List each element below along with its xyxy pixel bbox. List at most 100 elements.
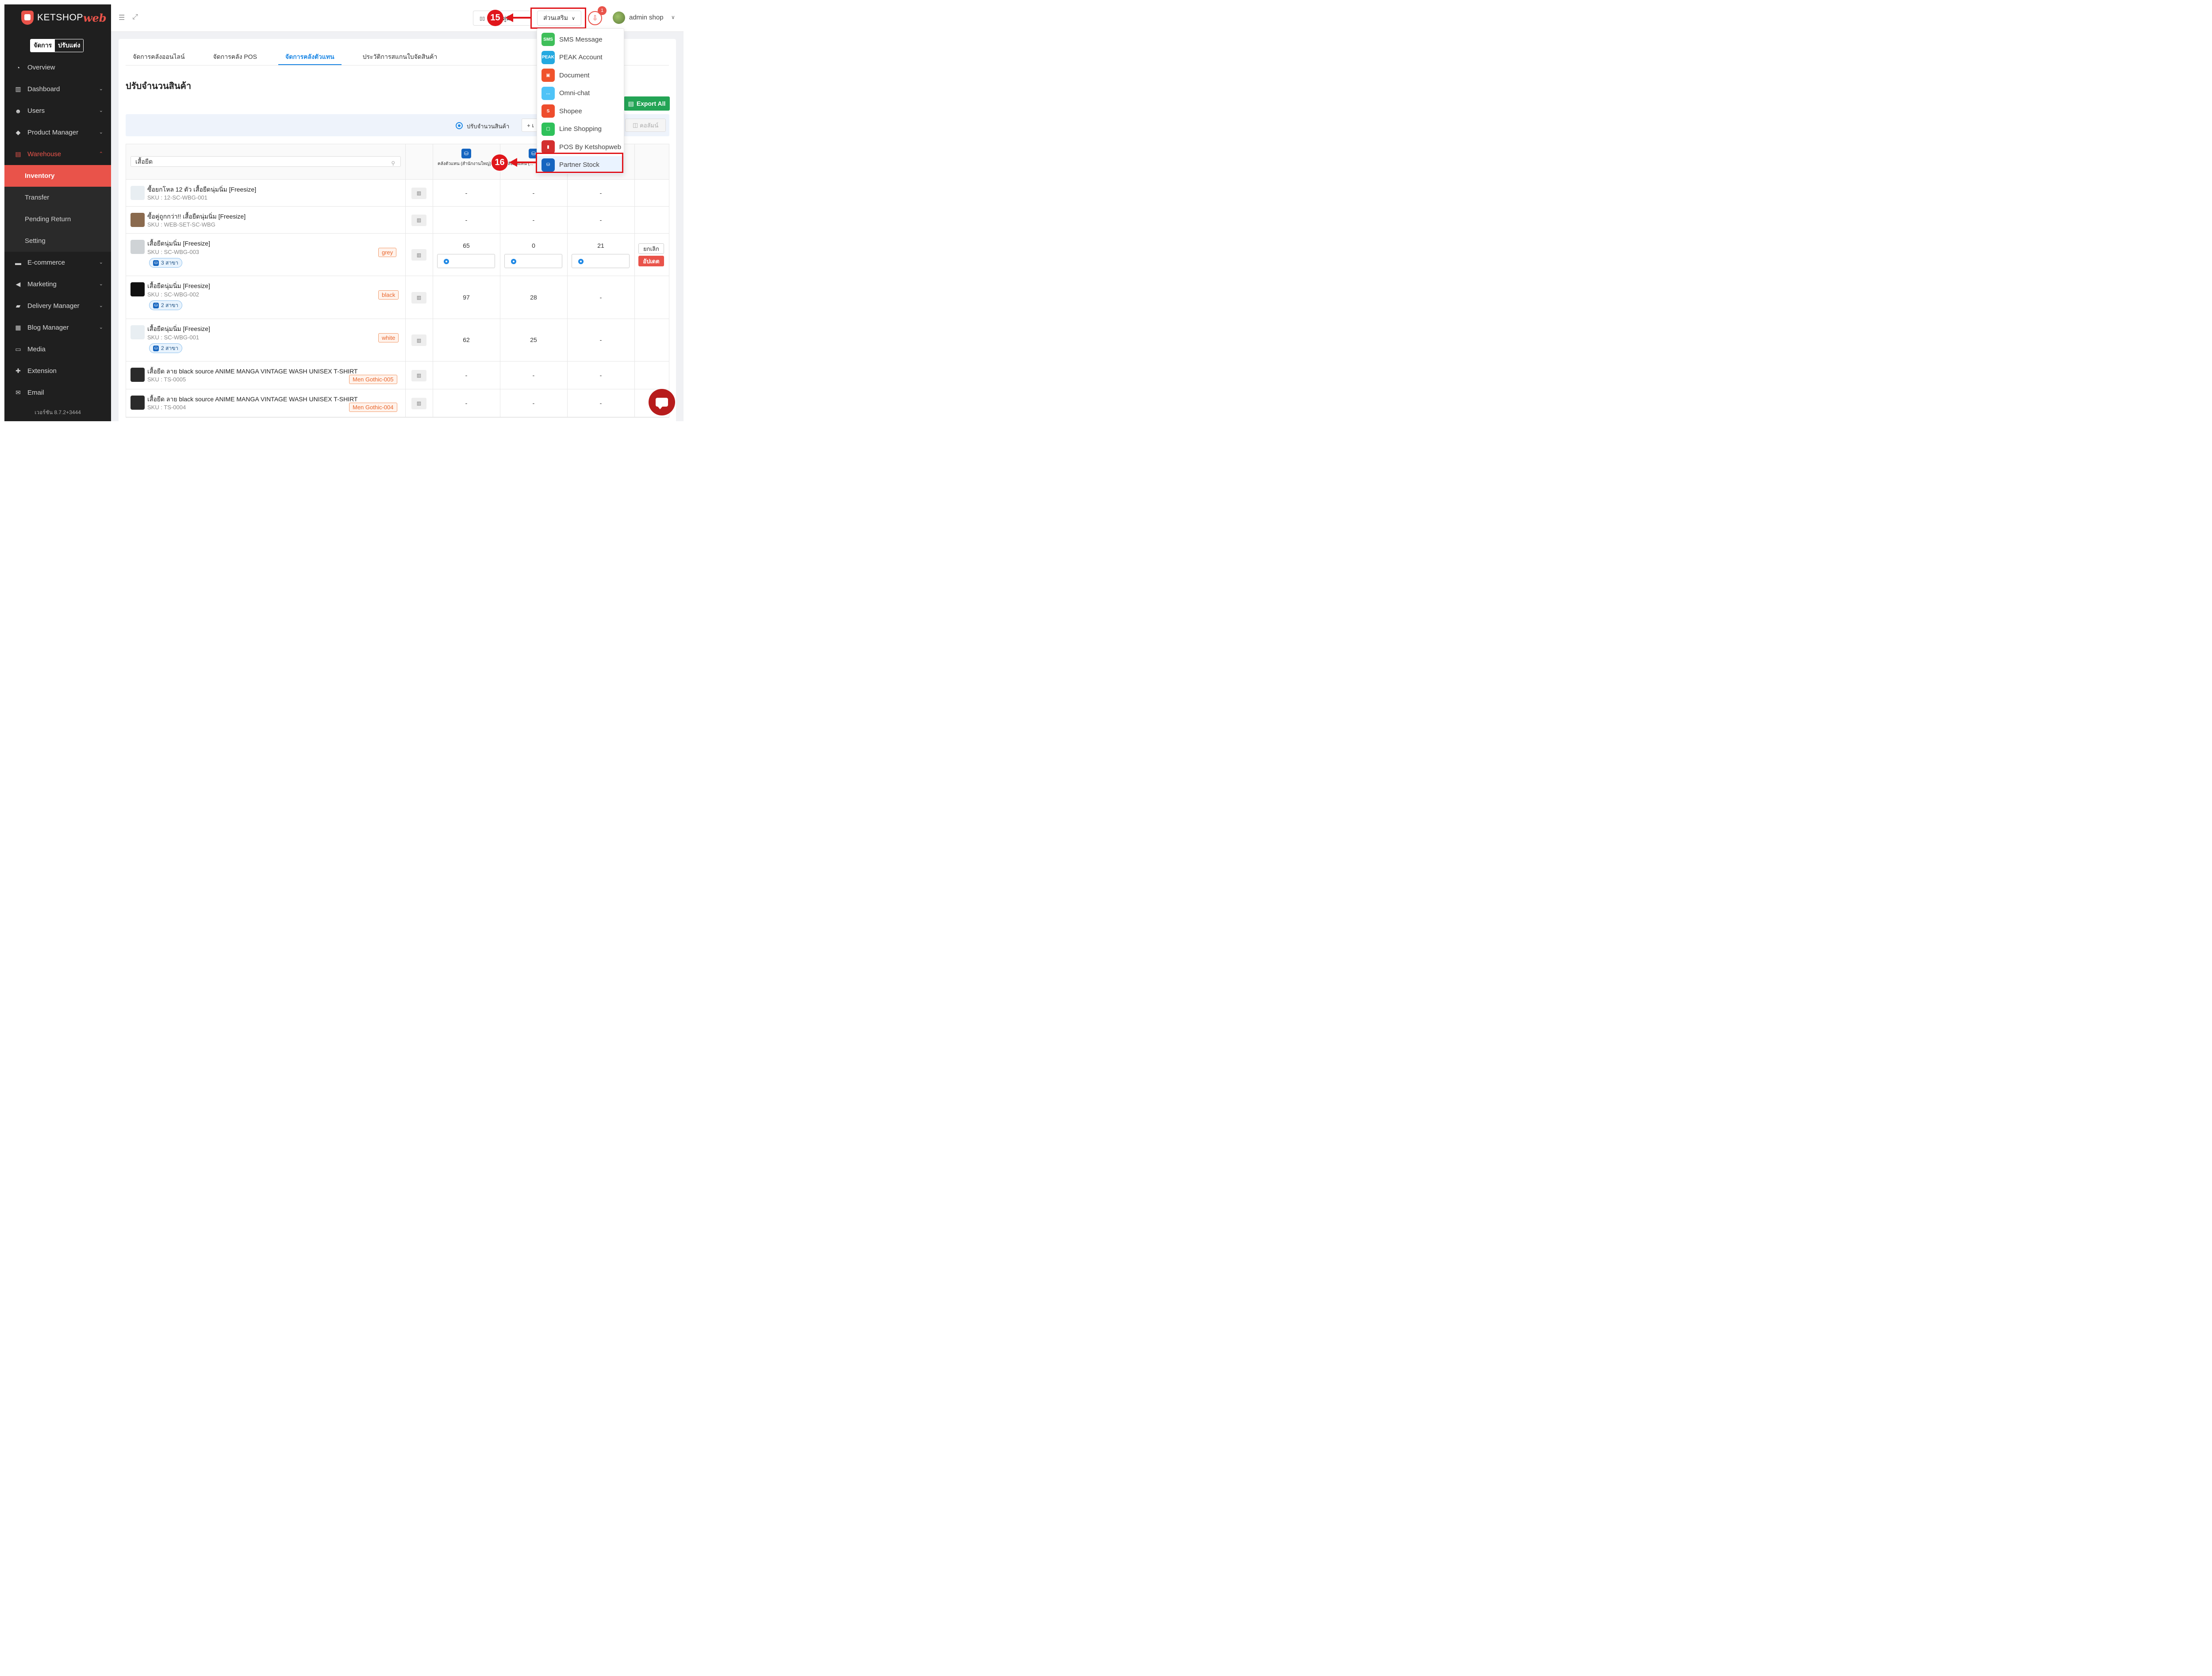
sidebar-item-blog-manager[interactable]: ▦ Blog Manager ⌄ <box>4 317 111 338</box>
sidebar-item-dashboard[interactable]: ▥ Dashboard ⌄ <box>4 78 111 100</box>
stock-chart-button[interactable]: ▥ <box>411 369 426 381</box>
columns-button[interactable]: ◫ คอลัมน์ <box>625 119 666 132</box>
table-body: ซื้อยกโหล 12 ตัว เสื้อยืดนุ่มนิ่ม [Frees… <box>126 180 669 417</box>
product-name[interactable]: เสื้อยืด ลาย black source ANIME MANGA VI… <box>147 395 357 404</box>
tab-1[interactable]: จัดการคลังออนไลน์ <box>126 47 192 65</box>
warehouse-name: คลังตัวแทน (สำนักงานใหญ่) <box>438 161 492 166</box>
stock-quantity: - <box>599 216 602 223</box>
sidebar-item-media[interactable]: ▭ Media <box>4 338 111 360</box>
sidebar-item-overview[interactable]: ◔ Overview <box>4 57 111 78</box>
quantity-input[interactable] <box>572 254 630 268</box>
stock-chart-button[interactable]: ▥ <box>411 187 426 199</box>
stock-quantity: - <box>465 216 468 223</box>
fullscreen-icon[interactable]: ⤢ <box>132 13 138 21</box>
stock-chart-button[interactable]: ▥ <box>411 292 426 304</box>
sidebar-subitem-setting[interactable]: Setting <box>4 230 111 252</box>
chat-icon <box>656 398 668 409</box>
mode-manage-button[interactable]: จัดการ <box>31 39 55 52</box>
chat-bubble-button[interactable] <box>649 389 675 415</box>
quantity-input[interactable] <box>504 254 562 268</box>
sidebar-item-label: Extension <box>27 367 57 375</box>
sidebar-subitem-pending-return[interactable]: Pending Return <box>4 208 111 230</box>
highlight-addon-box <box>530 8 586 29</box>
user-name[interactable]: admin shop <box>629 14 664 21</box>
product-name[interactable]: เสื้อยืดนุ่มนิ่ม [Freesize] <box>147 239 210 249</box>
search-input[interactable]: เสื้อยืด ⚲ <box>131 156 401 167</box>
sidebar-subitem-transfer[interactable]: Transfer <box>4 187 111 208</box>
addon-menu-item-shopee[interactable]: S Shopee <box>537 102 624 120</box>
chevron-down-icon: ⌄ <box>99 303 103 308</box>
column-divider <box>405 389 406 417</box>
product-name[interactable]: ซื้อคู่ถูกกว่า!! เสื้อยืดนุ่มนิ่ม [Frees… <box>147 212 246 222</box>
warehouse-submenu: Inventory Transfer Pending Return Setting <box>4 165 111 252</box>
addon-menu-item-peak-account[interactable]: PEAK PEAK Account <box>537 49 624 66</box>
product-name[interactable]: ซื้อยกโหล 12 ตัว เสื้อยืดนุ่มนิ่ม [Frees… <box>147 185 256 195</box>
quantity-input[interactable] <box>437 254 495 268</box>
stock-chart-button[interactable]: ▥ <box>411 249 426 261</box>
mode-customize-button[interactable]: ปรับแต่ง <box>55 39 84 52</box>
app-window: KETSHOP web จัดการ ปรับแต่ง ◔ Overview ▥ Das… <box>4 4 684 421</box>
stock-chart-button[interactable]: ▥ <box>411 214 426 226</box>
branch-count-badge[interactable]: ⛁ 2 สาขา <box>149 300 183 310</box>
addon-menu-label: Shopee <box>559 107 582 115</box>
addon-menu-label: SMS Message <box>559 35 603 43</box>
product-sku: SKU : 12-SC-WBG-001 <box>147 194 207 201</box>
partner-stock-icon: ⛁ <box>461 149 471 158</box>
partner-stock-icon: ⛁ <box>153 345 159 351</box>
stock-quantity: 21 <box>597 242 604 249</box>
product-thumbnail <box>131 396 145 410</box>
sidebar-subitem-inventory[interactable]: Inventory <box>4 165 111 187</box>
stock-chart-button[interactable]: ▥ <box>411 334 426 346</box>
user-chevron-down-icon[interactable]: ∨ <box>671 14 675 20</box>
tab-2[interactable]: จัดการคลัง POS <box>206 47 264 65</box>
sidebar-item-product-manager[interactable]: ◆ Product Manager ⌄ <box>4 122 111 143</box>
chevron-down-icon: ⌄ <box>99 281 103 287</box>
product-name[interactable]: เสื้อยืดนุ่มนิ่ม [Freesize] <box>147 324 210 334</box>
sidebar-item-extension[interactable]: ✚ Extension <box>4 360 111 382</box>
stock-chart-button[interactable]: ▥ <box>411 397 426 409</box>
adjust-quantity-radio[interactable] <box>456 122 463 129</box>
product-thumbnail <box>131 325 145 339</box>
sidebar-item-users[interactable]: ☻ Users ⌄ <box>4 100 111 122</box>
sidebar-item-delivery-manager[interactable]: ▰ Delivery Manager ⌄ <box>4 295 111 317</box>
addon-menu-item-line-shopping[interactable]: ▢ Line Shopping <box>537 120 624 138</box>
sidebar-item-email[interactable]: ✉ Email <box>4 382 111 404</box>
column-divider <box>634 276 635 319</box>
column-divider <box>634 319 635 361</box>
tab-3[interactable]: จัดการคลังตัวแทน <box>278 47 342 65</box>
shopee-icon: S <box>541 104 555 118</box>
product-name[interactable]: เสื้อยืดนุ่มนิ่ม [Freesize] <box>147 281 210 291</box>
stock-quantity: - <box>532 399 535 407</box>
sidebar-item-marketing[interactable]: ◀ Marketing ⌄ <box>4 273 111 295</box>
brand-logo[interactable]: KETSHOP web <box>21 11 107 25</box>
cancel-button[interactable]: ยกเลิก <box>638 243 664 254</box>
notification-badge: 1 <box>598 6 607 15</box>
tab-4[interactable]: ประวัติการสแกนใบจัดสินค้า <box>356 47 445 65</box>
addon-menu-label: PEAK Account <box>559 54 603 61</box>
brand-accent: web <box>83 11 107 24</box>
columns-label: คอลัมน์ <box>640 122 659 129</box>
megaphone-icon: ◀ <box>15 281 21 288</box>
addon-menu-item-omni-chat[interactable]: … Omni-chat <box>537 85 624 102</box>
sidebar-item-label: Delivery Manager <box>27 302 80 310</box>
product-name[interactable]: เสื้อยืด ลาย black source ANIME MANGA VI… <box>147 367 357 377</box>
avatar[interactable] <box>613 12 625 24</box>
column-divider <box>405 180 406 206</box>
update-button[interactable]: อัปเดต <box>638 256 664 266</box>
branch-count-badge[interactable]: ⛁ 3 สาขา <box>149 258 183 268</box>
addon-menu-item-sms-message[interactable]: SMS SMS Message <box>537 31 624 48</box>
table-row: เสื้อยืดนุ่มนิ่ม [Freesize] SKU : SC-WBG-… <box>126 234 669 276</box>
sidebar-item-warehouse[interactable]: ▤ Warehouse ⌃ <box>4 143 111 165</box>
table-row: ซื้อคู่ถูกกว่า!! เสื้อยืดนุ่มนิ่ม [Frees… <box>126 207 669 234</box>
sidebar-item-label: Overview <box>27 64 55 71</box>
sidebar-item-e-commerce[interactable]: ▬ E-commerce ⌄ <box>4 252 111 273</box>
branch-count-badge[interactable]: ⛁ 2 สาขา <box>149 343 183 353</box>
addon-menu-item-document[interactable]: ▣ Document <box>537 66 624 84</box>
search-icon[interactable]: ⚲ <box>391 158 395 168</box>
product-thumbnail <box>131 282 145 296</box>
column-divider <box>405 361 406 389</box>
variant-tag: white <box>378 333 399 342</box>
product-sku: SKU : SC-WBG-003 <box>147 249 200 255</box>
export-all-button[interactable]: ▤ Export All <box>624 96 670 111</box>
collapse-menu-icon[interactable]: ☰ <box>119 13 125 22</box>
